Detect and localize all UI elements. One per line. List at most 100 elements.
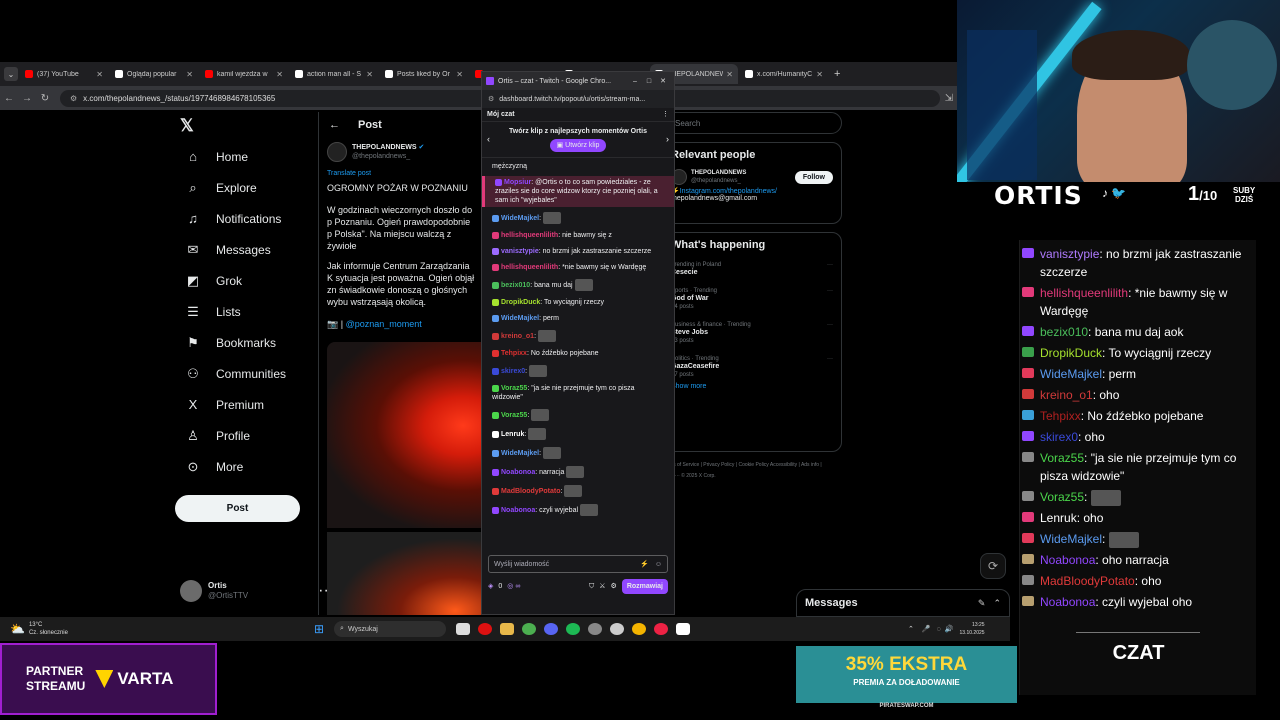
chat-username[interactable]: Noabonoa (501, 507, 535, 514)
chat-message[interactable]: Voraz55: "ja sie nie przejmuje tym co pi… (482, 382, 674, 404)
spotify-icon[interactable] (566, 623, 581, 635)
points-icon[interactable]: ◈ (488, 582, 493, 591)
opera-icon[interactable] (478, 623, 493, 635)
messages-drawer[interactable]: Messages ✎ ⌃ (796, 589, 1010, 617)
sidebar-item-messages[interactable]: ✉ Messages (170, 234, 310, 265)
create-clip-button[interactable]: Utwórz klip (565, 142, 599, 149)
chat-message[interactable]: Noabonoa: narracja (482, 464, 674, 480)
chat-settings-icon[interactable]: ⋮ (662, 110, 669, 119)
bio-link[interactable]: Instagram.com/thepolandnews/ (680, 188, 777, 195)
trend-item[interactable]: Trending in Poland Cesecie ··· (671, 261, 833, 277)
chat-username[interactable]: hellishqueenlilith (501, 232, 558, 239)
browser-tab[interactable]: action man all - S ✕ (290, 64, 378, 84)
app-icon[interactable] (676, 623, 691, 635)
chat-message[interactable]: Voraz55: (482, 407, 674, 423)
sidebar-item-more[interactable]: ⊙ More (170, 451, 310, 482)
folder-icon[interactable] (500, 623, 515, 635)
chat-username[interactable]: kreino_o1 (501, 333, 534, 340)
tab-close-icon[interactable]: ✕ (816, 70, 823, 79)
trend-item[interactable]: Business & finance · Trending Steve Jobs 7… (671, 321, 833, 345)
chat-username[interactable]: Noabonoa (501, 469, 535, 476)
browser-tab[interactable]: (37) YouTube ✕ (20, 64, 108, 84)
chat-message[interactable]: Mopsiur: @Ortis o to co sam powiedziales… (482, 176, 674, 207)
chat-message[interactable]: kreino_o1: (482, 328, 674, 344)
more-dots-icon[interactable]: ··· (827, 355, 833, 363)
more-dots-icon[interactable]: ··· (827, 321, 833, 329)
chat-send-button[interactable]: Rozmawiaj (621, 579, 668, 594)
chat-username[interactable]: WideMajkel (501, 315, 539, 322)
chat-input[interactable]: Wyślij wiadomość ⚡ ☺ (488, 555, 668, 573)
chat-message[interactable]: Lenruk: (482, 426, 674, 442)
sidebar-item-home[interactable]: ⌂ Home (170, 141, 310, 172)
chat-message[interactable]: Noabonoa: czyli wyjebal (482, 502, 674, 518)
new-tab-button[interactable]: + (834, 68, 840, 80)
chat-message[interactable]: hellishqueenlilith: nie bawmy się z (482, 229, 674, 242)
x-logo-icon[interactable]: 𝕏 (180, 116, 194, 136)
mod-icon[interactable]: ⚔ (599, 582, 605, 591)
chrome-icon[interactable] (632, 623, 647, 635)
pin-app-icon[interactable] (654, 623, 669, 635)
chat-username[interactable]: Lenruk (501, 431, 524, 438)
emote-picker-icon[interactable]: ☺ (655, 560, 662, 569)
chat-message[interactable]: bezix010: bana mu daj (482, 277, 674, 293)
tab-close-icon[interactable]: ✕ (456, 70, 463, 79)
wifi-icon[interactable]: ◌ (937, 626, 941, 633)
mention-icon[interactable]: ⚡ (640, 560, 649, 569)
sidebar-item-explore[interactable]: ⌕ Explore (170, 172, 310, 203)
tab-close-icon[interactable]: ✕ (276, 70, 283, 79)
site-info-icon[interactable]: ⚙ (488, 95, 494, 104)
post-image-fire[interactable] (327, 532, 487, 615)
sidebar-item-lists[interactable]: ☰ Lists (170, 296, 310, 327)
tab-close-icon[interactable]: ✕ (96, 70, 103, 79)
taskbar-search[interactable]: ⌕ Wyszukaj (334, 621, 447, 637)
chevron-up-icon[interactable]: ⌃ (993, 598, 1001, 609)
chat-message[interactable]: Tehpixx: No źdźebko pojebane (482, 347, 674, 360)
trend-item[interactable]: Politics · Trending GazaCeasefire 37 posts… (671, 355, 833, 379)
chat-message[interactable]: WideMajkel: (482, 210, 674, 226)
mic-icon[interactable]: 🎤 (922, 625, 931, 633)
browser-tab[interactable]: x.com/HumanityC ✕ (740, 64, 828, 84)
more-dots-icon[interactable]: ··· (827, 261, 833, 269)
chat-username[interactable]: bezix010 (501, 282, 530, 289)
footer-links[interactable]: Terms of Service | Privacy Policy | Cook… (662, 460, 822, 482)
install-icon[interactable]: ⇲ (940, 93, 958, 104)
author-avatar[interactable] (327, 142, 347, 162)
translate-link[interactable]: Translate post (327, 168, 477, 180)
back-arrow-icon[interactable]: ← (329, 119, 340, 131)
more-dots-icon[interactable]: ··· (827, 287, 833, 295)
sidebar-item-profile[interactable]: ♙ Profile (170, 420, 310, 451)
close-icon[interactable]: ✕ (660, 77, 666, 86)
tab-close-icon[interactable]: ✕ (186, 70, 193, 79)
hype-icon[interactable]: ◎ ∞ (507, 582, 589, 591)
sidebar-item-notifications[interactable]: ♫ Notifications (170, 203, 310, 234)
source-link[interactable]: @poznan_moment (346, 319, 422, 329)
tray-chevron-icon[interactable]: ⌃ (908, 625, 914, 633)
chat-username[interactable]: Voraz55 (501, 385, 527, 392)
ccleaner-icon[interactable] (610, 623, 625, 635)
tab-search-icon[interactable]: ⌄ (4, 67, 18, 81)
chat-message[interactable]: vanisztypie: no brzmi jak zastraszanie s… (482, 245, 674, 258)
sidebar-item-grok[interactable]: ◩ Grok (170, 265, 310, 296)
compose-icon[interactable]: ✎ (978, 598, 986, 609)
shield-icon[interactable]: ⛉ (589, 582, 594, 591)
chat-username[interactable]: Tehpixx (501, 350, 527, 357)
grok-float-icon[interactable]: ⟳ (980, 553, 1006, 579)
chrome-icon[interactable] (522, 623, 537, 635)
reload-icon[interactable]: ↻ (36, 93, 54, 104)
chat-message[interactable]: mężczyzną (482, 160, 674, 173)
chat-message[interactable]: WideMajkel: (482, 445, 674, 461)
chat-username[interactable]: WideMajkel (501, 450, 539, 457)
follow-button[interactable]: Follow (794, 170, 833, 184)
author-name[interactable]: THEPOLANDNEWS (352, 144, 417, 151)
sidebar-item-communities[interactable]: ⚇ Communities (170, 358, 310, 389)
chat-message[interactable]: hellishqueenlilith: *nie bawmy się w War… (482, 261, 674, 274)
sidebar-item-bookmarks[interactable]: ⚑ Bookmarks (170, 327, 310, 358)
task-view-icon[interactable] (456, 623, 471, 635)
search-input[interactable]: Search (662, 112, 842, 134)
chat-username[interactable]: Mopsiur (504, 179, 531, 186)
chat-username[interactable]: MadBloodyPotato (501, 488, 561, 495)
weather-icon[interactable]: ⛅ (10, 622, 25, 636)
account-switcher[interactable]: Ortis @OrtisTTV ··· (180, 580, 334, 602)
show-more-link[interactable]: Show more (671, 383, 833, 390)
browser-tab[interactable]: Posts liked by Or ✕ (380, 64, 468, 84)
